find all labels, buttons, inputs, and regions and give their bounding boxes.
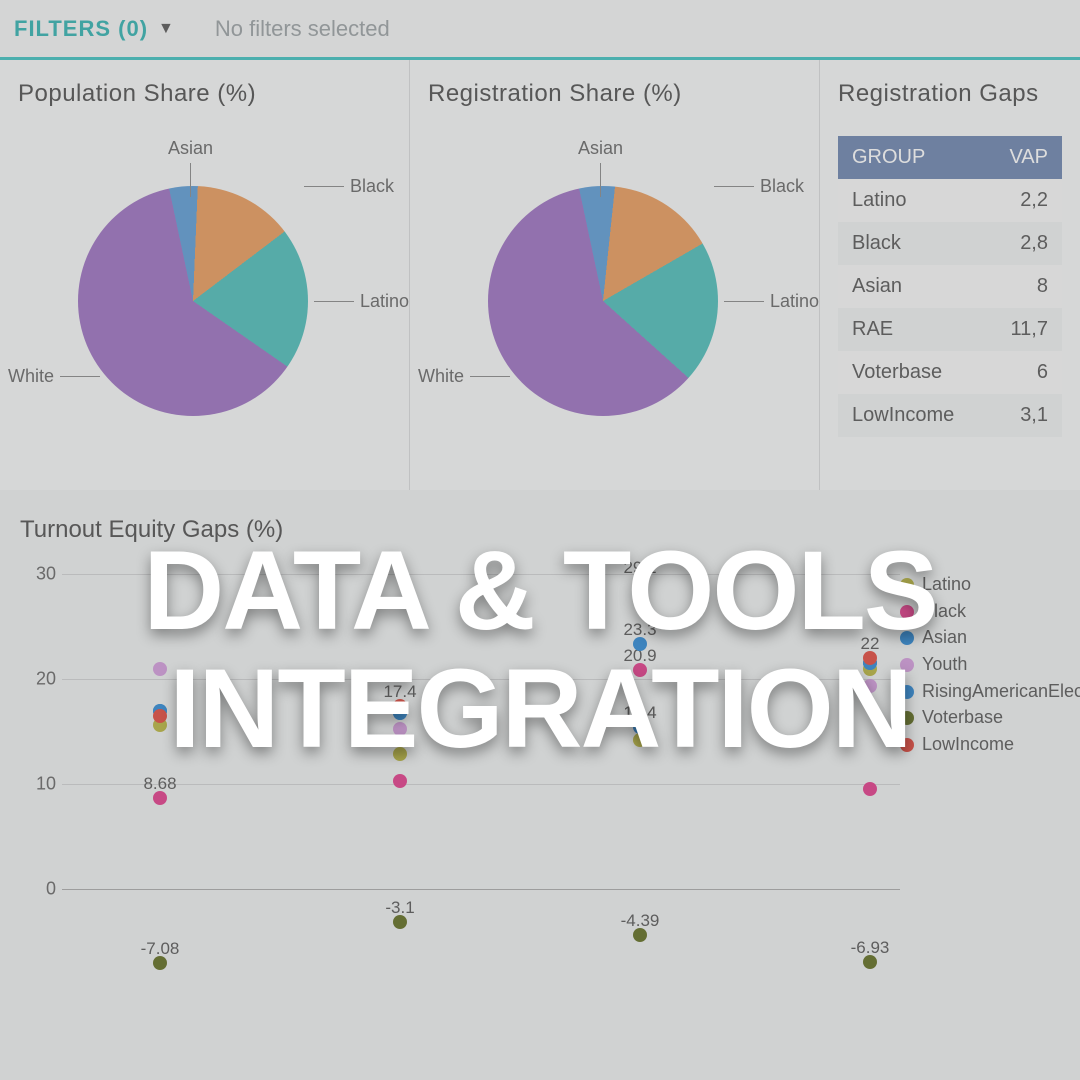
legend-swatch bbox=[900, 685, 914, 699]
table-row[interactable]: LowIncome3,1 bbox=[838, 394, 1062, 437]
table-header-vap: VAP bbox=[986, 136, 1062, 179]
legend-label: Black bbox=[922, 601, 966, 622]
data-point[interactable] bbox=[393, 774, 407, 788]
point-label: 17.4 bbox=[383, 682, 416, 702]
top-panels-row: Population Share (%) AsianBlackLatinoWhi… bbox=[0, 60, 1080, 490]
panel-title: Population Share (%) bbox=[18, 80, 391, 108]
point-label: -7.08 bbox=[141, 939, 180, 959]
table-header-group: GROUP bbox=[838, 136, 986, 179]
legend-swatch bbox=[900, 658, 914, 672]
scatter-plot: 30201008.6820.923.315.415.4-7.08-3.1-4.3… bbox=[20, 568, 900, 1038]
data-point[interactable] bbox=[153, 709, 167, 723]
table-row[interactable]: Black2,8 bbox=[838, 222, 1062, 265]
cell-vap: 3,1 bbox=[986, 394, 1062, 437]
panel-title: Registration Gaps bbox=[838, 80, 1062, 108]
legend-item[interactable]: LowIncome bbox=[900, 734, 1060, 755]
table-row[interactable]: Voterbase6 bbox=[838, 351, 1062, 394]
filter-bar: FILTERS (0) ▼ No filters selected bbox=[0, 0, 1080, 60]
pie-chart-population: AsianBlackLatinoWhite bbox=[18, 136, 391, 480]
legend-label: Asian bbox=[922, 627, 967, 648]
cell-vap: 8 bbox=[986, 265, 1062, 308]
data-point[interactable] bbox=[863, 679, 877, 693]
point-label: 8.68 bbox=[143, 774, 176, 794]
point-label: -4.39 bbox=[621, 911, 660, 931]
cell-vap: 6 bbox=[986, 351, 1062, 394]
legend-item[interactable]: Latino bbox=[900, 574, 1060, 595]
panel-turnout-equity-gaps: Turnout Equity Gaps (%) 30201008.6820.92… bbox=[0, 490, 1080, 1058]
cell-group: Voterbase bbox=[838, 351, 986, 394]
scatter-legend: Latino Black Asian Youth RisingAmericanElect… bbox=[900, 568, 1060, 1058]
pie-chart-registration: AsianBlackLatinoWhite bbox=[428, 136, 801, 480]
legend-label: LowIncome bbox=[922, 734, 1014, 755]
point-label: 23.3 bbox=[623, 620, 656, 640]
table-row[interactable]: RAE11,7 bbox=[838, 308, 1062, 351]
cell-group: RAE bbox=[838, 308, 986, 351]
data-point[interactable] bbox=[863, 782, 877, 796]
legend-swatch bbox=[900, 738, 914, 752]
filters-button[interactable]: FILTERS (0) ▼ bbox=[14, 16, 175, 42]
panel-population-share: Population Share (%) AsianBlackLatinoWhi… bbox=[0, 60, 410, 490]
legend-swatch bbox=[900, 631, 914, 645]
panel-title: Registration Share (%) bbox=[428, 80, 801, 108]
panel-registration-gaps: Registration Gaps GROUP VAP Latino2,2Bla… bbox=[820, 60, 1080, 490]
panel-title: Turnout Equity Gaps (%) bbox=[20, 516, 1060, 544]
filters-label: FILTERS (0) bbox=[14, 16, 148, 42]
legend-swatch bbox=[900, 711, 914, 725]
point-label: 15.4 bbox=[623, 703, 656, 723]
legend-item[interactable]: Black bbox=[900, 601, 1060, 622]
cell-group: Black bbox=[838, 222, 986, 265]
legend-label: Voterbase bbox=[922, 707, 1003, 728]
legend-label: Latino bbox=[922, 574, 971, 595]
legend-label: RisingAmericanElectorate bbox=[922, 681, 1080, 702]
legend-item[interactable]: Youth bbox=[900, 654, 1060, 675]
point-label: -6.93 bbox=[851, 938, 890, 958]
scatter-area: 30201008.6820.923.315.415.4-7.08-3.1-4.3… bbox=[20, 568, 1060, 1058]
data-point[interactable] bbox=[393, 747, 407, 761]
cell-group: Latino bbox=[838, 179, 986, 222]
legend-swatch bbox=[900, 578, 914, 592]
chevron-down-icon: ▼ bbox=[158, 20, 175, 38]
panel-registration-share: Registration Share (%) AsianBlackLatinoW… bbox=[410, 60, 820, 490]
point-label: 29.2 bbox=[623, 558, 656, 578]
point-label: 22 bbox=[861, 634, 880, 654]
legend-item[interactable]: RisingAmericanElectorate bbox=[900, 681, 1060, 702]
table-row[interactable]: Asian8 bbox=[838, 265, 1062, 308]
cell-group: Asian bbox=[838, 265, 986, 308]
legend-label: Youth bbox=[922, 654, 967, 675]
legend-item[interactable]: Asian bbox=[900, 627, 1060, 648]
data-point[interactable] bbox=[633, 733, 647, 747]
table-body: Latino2,2Black2,8Asian8RAE11,7Voterbase6… bbox=[838, 179, 1062, 437]
data-point[interactable] bbox=[393, 722, 407, 736]
legend-swatch bbox=[900, 605, 914, 619]
cell-vap: 2,2 bbox=[986, 179, 1062, 222]
point-label: -3.1 bbox=[385, 898, 414, 918]
filters-empty-text: No filters selected bbox=[215, 16, 390, 42]
cell-vap: 2,8 bbox=[986, 222, 1062, 265]
registration-gaps-table: GROUP VAP Latino2,2Black2,8Asian8RAE11,7… bbox=[838, 136, 1062, 437]
data-point[interactable] bbox=[153, 662, 167, 676]
table-row[interactable]: Latino2,2 bbox=[838, 179, 1062, 222]
legend-item[interactable]: Voterbase bbox=[900, 707, 1060, 728]
cell-vap: 11,7 bbox=[986, 308, 1062, 351]
cell-group: LowIncome bbox=[838, 394, 986, 437]
